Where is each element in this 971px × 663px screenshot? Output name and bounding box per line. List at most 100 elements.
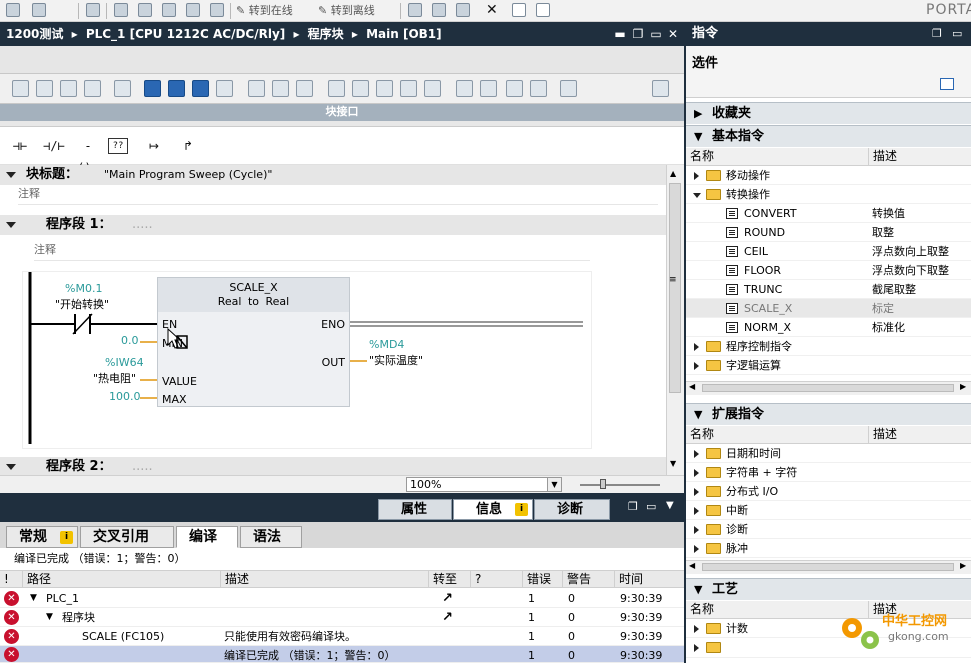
tree-item-floor[interactable]: FLOOR 浮点数向下取整 [686, 261, 971, 280]
chevron-down-icon[interactable]: ▼ [547, 478, 561, 491]
extended-hscroll[interactable]: ◀ ▶ [686, 560, 971, 574]
collapse-icon[interactable] [6, 172, 16, 178]
tab-cross-references[interactable]: 交叉引用 [80, 526, 174, 548]
program-editor[interactable]: 块标题： "Main Program Sweep (Cycle)" 注释 程序段… [0, 165, 666, 475]
tree-item-distributed-io[interactable]: 分布式 I/O [686, 482, 971, 501]
scroll-thumb[interactable] [702, 563, 954, 571]
scroll-thumb[interactable] [669, 183, 681, 393]
expand-icon[interactable]: ▼ [30, 589, 37, 608]
toolbar-options-icon[interactable] [652, 80, 669, 97]
tab-compile[interactable]: 编译 [176, 526, 238, 548]
maximize-icon[interactable]: ▭ [648, 22, 664, 46]
out-symbol[interactable]: "实际温度" [369, 352, 423, 368]
inspector-float-icon[interactable]: ❐ [628, 500, 638, 513]
indent-icon[interactable] [456, 80, 473, 97]
tree-item-ceil[interactable]: CEIL 浮点数向上取整 [686, 242, 971, 261]
block-title-value[interactable]: "Main Program Sweep (Cycle)" [104, 165, 272, 185]
network-1-header[interactable]: 程序段 1： ..... [0, 215, 666, 235]
insert-network-icon[interactable] [12, 80, 29, 97]
network-2-header[interactable]: 程序段 2： ..... [0, 457, 666, 475]
empty-box-icon[interactable]: ?? [108, 138, 128, 154]
split-horizontal-icon[interactable] [512, 3, 526, 17]
breadcrumb-plc[interactable]: PLC_1 [CPU 1212C AC/DC/Rly] [86, 27, 285, 41]
value-address[interactable]: %IW64 [105, 356, 144, 369]
monitor-icon[interactable] [432, 3, 446, 17]
scroll-thumb[interactable] [702, 384, 954, 392]
breadcrumb-project[interactable]: 1200测试 [6, 27, 63, 41]
expand-icon[interactable] [694, 625, 699, 633]
simulation-icon[interactable] [456, 3, 470, 17]
open-all-networks-icon[interactable] [144, 80, 161, 97]
col-severity[interactable]: ! [0, 571, 22, 588]
scroll-down-icon[interactable]: ▼ [670, 459, 676, 468]
close-all-networks-icon[interactable] [168, 80, 185, 97]
scroll-left-icon[interactable]: ◀ [689, 382, 695, 391]
close-branch-icon[interactable]: ↱ [174, 135, 202, 157]
network-view-icon[interactable] [296, 80, 313, 97]
zoom-slider-thumb[interactable] [600, 479, 606, 489]
breadcrumb-main[interactable]: Main [OB1] [366, 27, 442, 41]
coil-icon[interactable]: -()- [74, 135, 102, 175]
expand-icon[interactable] [694, 469, 699, 477]
col-errors[interactable]: 错误 [522, 571, 562, 588]
scroll-left-icon[interactable]: ◀ [689, 561, 695, 570]
open-branch-icon[interactable]: ↦ [140, 135, 168, 157]
redo-icon[interactable] [32, 3, 46, 17]
insert-row-icon[interactable] [60, 80, 77, 97]
tree-item-round[interactable]: ROUND 取整 [686, 223, 971, 242]
tab-general[interactable]: 常规 i [6, 526, 78, 548]
table-row[interactable]: ✕ SCALE (FC105) 只能使用有效密码编译块。 1 0 9:30:39 [0, 627, 684, 646]
compare-icon[interactable] [328, 80, 345, 97]
tree-item-pulse[interactable]: 脉冲 [686, 539, 971, 558]
tree-item-convert[interactable]: CONVERT 转换值 [686, 204, 971, 223]
zoom-select[interactable]: 100% ▼ [406, 477, 562, 492]
tab-syntax[interactable]: 语法 [240, 526, 302, 548]
go-online-button[interactable]: ✎ 转到在线 [236, 2, 293, 19]
next-icon[interactable] [376, 80, 393, 97]
favorites-bar-icon[interactable] [216, 80, 233, 97]
tree-item-norm-x[interactable]: NORM_X 标准化 [686, 318, 971, 337]
tab-info[interactable]: 信息 i [453, 499, 533, 520]
table-row[interactable]: ✕ ▼ 程序块 ↗ 1 0 9:30:39 [0, 608, 684, 627]
tree-item-convert-ops[interactable]: 转换操作 [686, 185, 971, 204]
tree-item-interrupts[interactable]: 中断 [686, 501, 971, 520]
block-comment[interactable]: 注释 [18, 185, 658, 205]
compile-icon[interactable] [86, 3, 100, 17]
col-time[interactable]: 时间 [614, 571, 684, 588]
editor-vscroll[interactable]: ▲ ≡ ▼ [666, 165, 684, 475]
layout-icon[interactable] [940, 78, 954, 90]
float-icon[interactable]: ❐ [630, 22, 646, 46]
scroll-right-icon[interactable]: ▶ [960, 382, 966, 391]
basic-hscroll[interactable]: ◀ ▶ [686, 381, 971, 395]
goto-icon[interactable]: ↗ [442, 589, 453, 608]
inspector-minimize-icon[interactable]: ▭ [646, 500, 656, 513]
col-goto[interactable]: 转至 [428, 571, 470, 588]
panel-float-icon[interactable]: ❐ [932, 22, 942, 46]
expand-icon[interactable] [694, 545, 699, 553]
col-help[interactable]: ? [470, 571, 522, 588]
expand-icon[interactable] [694, 172, 699, 180]
ladder-network-1[interactable]: %M0.1 "开始转换" SCALE_X Real to Real EN MIN… [22, 271, 592, 449]
col-description[interactable]: 描述 [220, 571, 428, 588]
contact-symbol[interactable]: "开始转换" [55, 296, 109, 312]
go-to-error-icon[interactable] [248, 80, 265, 97]
expand-icon[interactable] [694, 507, 699, 515]
table-row[interactable]: ✕ ▼ PLC_1 ↗ 1 0 9:30:39 [0, 589, 684, 608]
col-warnings[interactable]: 警告 [562, 571, 614, 588]
show-comments-icon[interactable] [192, 80, 209, 97]
basic-instructions-section[interactable]: ▼ 基本指令 [686, 125, 971, 147]
contact-address[interactable]: %M0.1 [65, 282, 102, 295]
collapse-network-2-icon[interactable] [6, 464, 16, 470]
minimize-icon[interactable]: ▬ [612, 22, 628, 46]
min-operand[interactable]: 0.0 [121, 334, 139, 347]
accessible-devices-icon[interactable] [408, 3, 422, 17]
scroll-up-icon[interactable]: ▲ [670, 169, 676, 178]
tab-diagnostics[interactable]: 诊断 [534, 499, 610, 520]
expand-icon[interactable] [694, 343, 699, 351]
append-row-icon[interactable] [84, 80, 101, 97]
stop-cpu-icon[interactable] [186, 3, 200, 17]
sync-icon[interactable] [352, 80, 369, 97]
inspector-collapse-icon[interactable]: ▼ [666, 500, 674, 511]
watch-icon[interactable] [506, 80, 523, 97]
split-vertical-icon[interactable] [536, 3, 550, 17]
